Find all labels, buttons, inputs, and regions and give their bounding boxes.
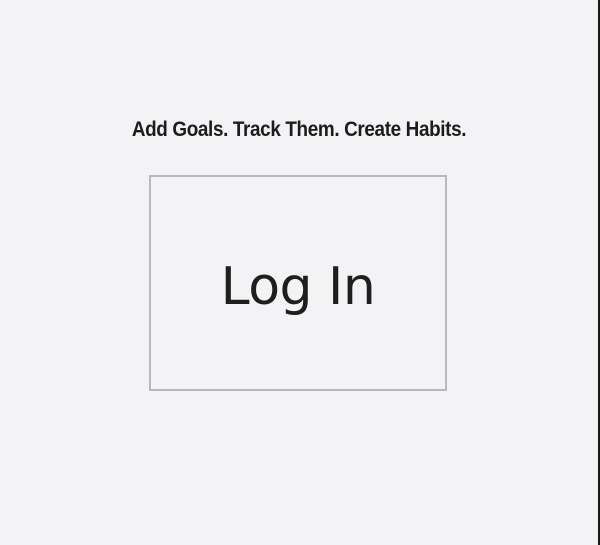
tagline: Add Goals. Track Them. Create Habits. [131,118,467,141]
login-button[interactable]: Log In [149,175,447,391]
landing-page: Add Goals. Track Them. Create Habits. Lo… [0,0,600,545]
login-button-label: Log In [220,257,376,317]
